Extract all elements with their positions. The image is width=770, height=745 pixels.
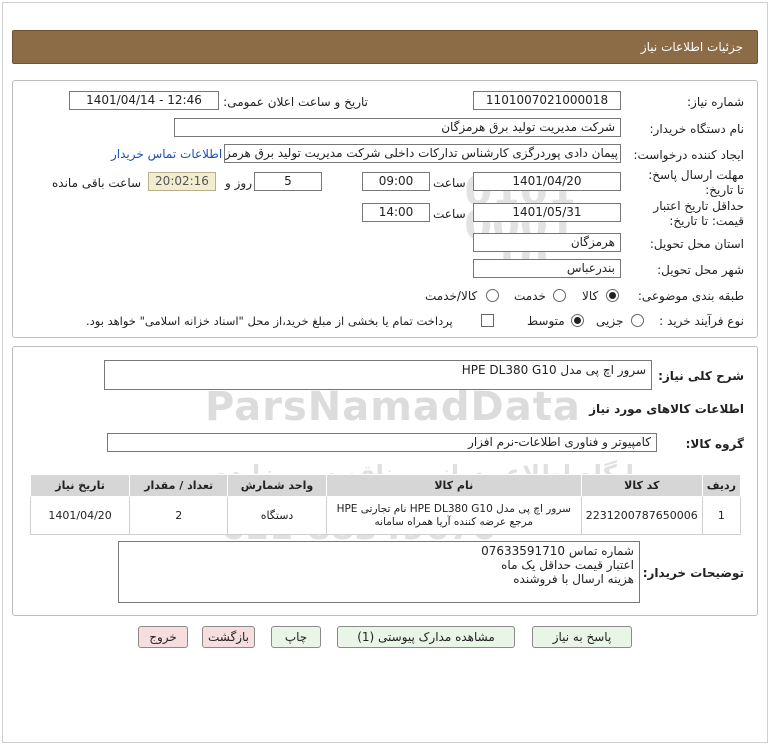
goods-info-title: اطلاعات کالاهای مورد نیاز — [589, 402, 744, 416]
process-radio-minor[interactable] — [631, 314, 644, 327]
creator-label: ایجاد کننده درخواست: — [633, 148, 744, 162]
cell-name: سرور اچ پی مدل HPE DL380 G10 نام تجارتی … — [325, 496, 582, 535]
col-name: نام کالا — [325, 474, 582, 497]
creator-field: پیمان دادی پوردرگزی کارشناس تدارکات داخل… — [224, 144, 621, 163]
remaining-label: ساعت باقی مانده — [52, 176, 142, 190]
process-option-minor: جزیی — [596, 314, 624, 328]
table-row: 1 2231200787650006 سرور اچ پی مدل HPE DL… — [29, 496, 742, 535]
announce-field: 1401/04/14 - 12:46 — [69, 91, 219, 110]
validity-time-label: ساعت — [433, 207, 466, 221]
reply-date-field: 1401/04/20 — [473, 172, 621, 191]
buyer-note-line: هزینه ارسال با فروشنده — [513, 572, 634, 586]
days-field: 5 — [254, 172, 322, 191]
col-unit: واحد شمارش — [227, 474, 327, 497]
reply-button[interactable]: پاسخ به نیاز — [532, 626, 632, 648]
cell-code: 2231200787650006 — [580, 496, 703, 535]
buyer-notes-field: شماره تماس 07633591710 اعتبار قیمت حداقل… — [118, 541, 640, 603]
category-radio-service[interactable] — [553, 289, 566, 302]
goods-group-label: گروه کالا: — [685, 437, 744, 451]
table-header-row: ردیف کد کالا نام کالا واحد شمارش تعداد /… — [29, 474, 742, 497]
buyer-org-field: شرکت مدیریت تولید برق هرمزگان — [174, 118, 621, 137]
reply-time-label: ساعت — [433, 176, 466, 190]
buyer-contact-link[interactable]: اطلاعات تماس خریدار — [111, 147, 222, 161]
cell-qty: 2 — [129, 496, 229, 535]
general-desc-text: سرور اچ پی مدل HPE DL380 G10 — [461, 363, 646, 377]
validity-time-field: 14:00 — [362, 203, 430, 222]
cell-row: 1 — [701, 496, 742, 535]
category-option-service: خدمت — [514, 289, 546, 303]
category-radio-goods-service[interactable] — [486, 289, 499, 302]
page-title: جزئیات اطلاعات نیاز — [12, 30, 758, 64]
process-option-medium: متوسط — [527, 314, 565, 328]
treasury-payment-note: پرداخت تمام یا بخشی از مبلغ خرید،از محل … — [86, 314, 453, 328]
city-field: بندرعباس — [473, 259, 621, 278]
reply-deadline-label: مهلت ارسال پاسخ: تا تاریخ: — [648, 168, 744, 197]
buyer-note-line: شماره تماس 07633591710 — [481, 544, 634, 558]
announce-label: تاریخ و ساعت اعلان عمومی: — [223, 95, 368, 109]
general-desc-label: شرح کلی نیاز: — [658, 369, 744, 383]
city-label: شهر محل تحویل: — [657, 263, 744, 277]
province-field: هرمزگان — [473, 233, 621, 252]
general-desc-field: سرور اچ پی مدل HPE DL380 G10 — [104, 360, 652, 390]
province-label: استان محل تحویل: — [649, 237, 744, 251]
validity-date-field: 1401/05/31 — [473, 203, 621, 222]
validity-label: حداقل تاریخ اعتبار قیمت: تا تاریخ: — [653, 199, 744, 228]
buyer-note-line: اعتبار قیمت حداقل یک ماه — [501, 558, 634, 572]
goods-table: ردیف کد کالا نام کالا واحد شمارش تعداد /… — [29, 474, 742, 535]
attachments-button[interactable]: مشاهده مدارک پیوستی (1) — [337, 626, 515, 648]
category-radio-goods[interactable] — [606, 289, 619, 302]
buyer-notes-label: توضیحات خریدار: — [642, 566, 744, 580]
need-number-label: شماره نیاز: — [687, 95, 744, 109]
category-option-goods-service: کالا/خدمت — [425, 289, 478, 303]
process-radio-medium[interactable] — [571, 314, 584, 327]
exit-button[interactable]: خروج — [138, 626, 188, 648]
category-option-goods: کالا — [582, 289, 599, 303]
reply-time-field: 09:00 — [362, 172, 430, 191]
need-number-field: 1101007021000018 — [473, 91, 621, 110]
cell-unit: دستگاه — [227, 496, 327, 535]
col-row: ردیف — [701, 474, 742, 497]
process-label: نوع فرآیند خرید : — [659, 314, 744, 328]
col-qty: تعداد / مقدار — [129, 474, 229, 497]
col-date: تاریخ نیاز — [29, 474, 131, 497]
col-code: کد کالا — [580, 474, 703, 497]
category-label: طبقه بندی موضوعی: — [637, 289, 744, 303]
days-label: روز و — [225, 176, 252, 190]
cell-date: 1401/04/20 — [29, 496, 131, 535]
treasury-payment-checkbox[interactable] — [481, 314, 494, 327]
goods-group-field: کامپیوتر و فناوری اطلاعات-نرم افزار — [107, 433, 657, 452]
remaining-timer: 20:02:16 — [148, 172, 216, 191]
print-button[interactable]: چاپ — [271, 626, 321, 648]
back-button[interactable]: بازگشت — [202, 626, 255, 648]
buyer-org-label: نام دستگاه خریدار: — [649, 122, 745, 136]
